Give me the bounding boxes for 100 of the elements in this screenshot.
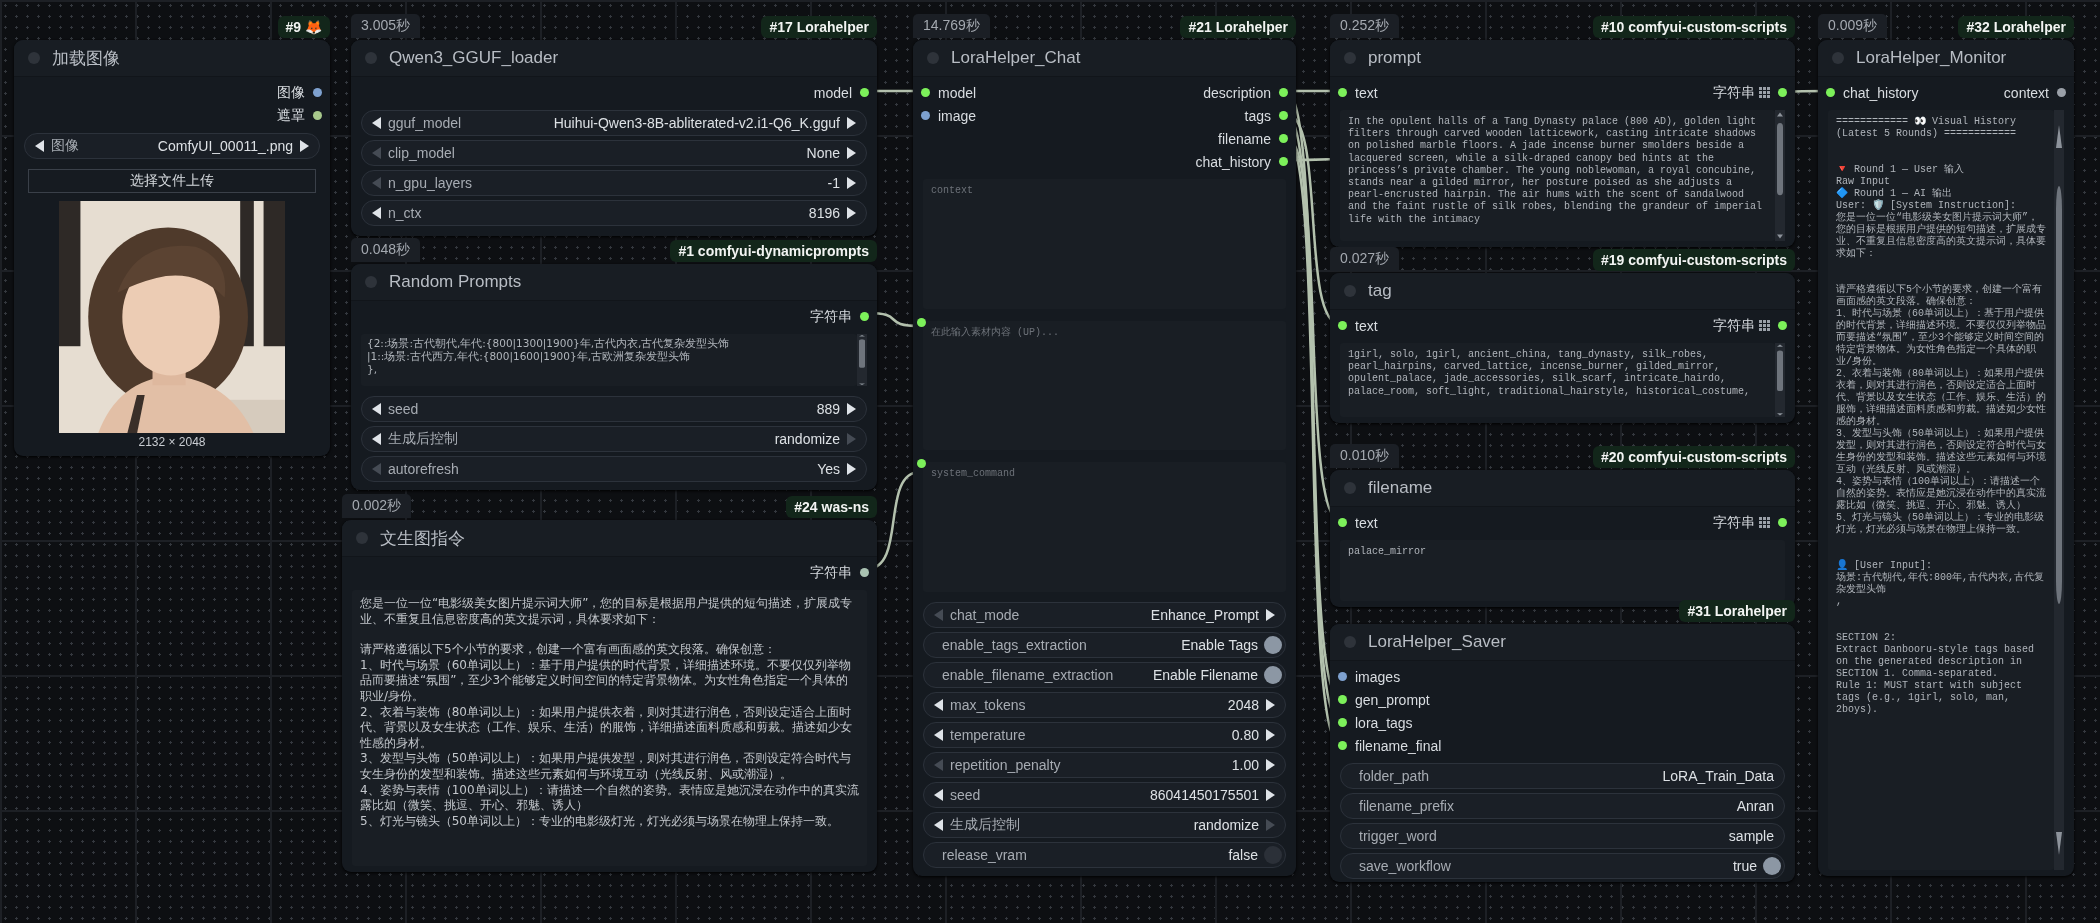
text-field[interactable]: context [923,179,1286,309]
output-dot[interactable] [860,312,869,321]
input-dot[interactable] [921,111,930,120]
output-dot[interactable] [313,88,322,97]
right-arrow-icon[interactable] [846,177,856,189]
input-dot[interactable] [1338,88,1347,97]
right-arrow-icon[interactable] [299,140,309,152]
value-stepper[interactable]: seed 86041450175501 [923,782,1286,808]
value-stepper[interactable]: autorefresh Yes [361,456,867,482]
value-stepper[interactable]: repetition_penalty 1.00 [923,752,1286,778]
left-arrow-icon[interactable] [934,819,944,831]
text-field[interactable]: folder_path LoRA_Train_Data [1340,763,1785,789]
value-stepper[interactable]: 生成后控制 randomize [361,426,867,452]
output-dot[interactable] [1279,157,1288,166]
node-header[interactable]: 加载图像 [14,40,330,77]
left-arrow-icon[interactable] [372,117,382,129]
value-stepper[interactable]: clip_model None [361,140,867,166]
right-arrow-icon[interactable] [846,117,856,129]
output-dot[interactable] [1279,88,1288,97]
value-stepper[interactable]: n_ctx 8196 [361,200,867,226]
left-arrow-icon[interactable] [372,433,382,445]
node-header[interactable]: Random Prompts [351,264,877,301]
input-dot[interactable] [1338,672,1347,681]
node-header[interactable]: Qwen3_GGUF_loader [351,40,877,77]
output-label: tags [1244,107,1271,124]
node-header[interactable]: filename [1330,470,1795,507]
input-dot[interactable] [1338,718,1347,727]
text-field[interactable]: trigger_word sample [1340,823,1785,849]
output-dot[interactable] [1778,88,1787,97]
value-stepper[interactable]: chat_mode Enhance_Prompt [923,602,1286,628]
left-arrow-icon[interactable] [372,403,382,415]
output-dot[interactable] [313,111,322,120]
right-arrow-icon[interactable] [846,463,856,475]
text-field[interactable]: filename_prefix Anran [1340,793,1785,819]
output-dot[interactable] [2057,88,2066,97]
node-header[interactable]: LoraHelper_Saver [1330,624,1795,661]
output-dot[interactable] [860,88,869,97]
right-arrow-icon[interactable] [1265,699,1275,711]
text-field[interactable]: {2::场景:古代朝代,年代:{800|1300|1900}年,古代内衣,古代复杂发型头饰 |1::场景:古代西方,年代:{800|1600|1900}年,古欧洲复杂发型头饰 }, [361,334,857,386]
node-header[interactable]: LoraHelper_Monitor [1818,40,2074,77]
input-dot[interactable] [1826,88,1835,97]
right-arrow-icon[interactable] [1265,609,1275,621]
value-stepper[interactable]: n_gpu_layers -1 [361,170,867,196]
toggle-widget[interactable]: save_workflow true [1340,853,1785,879]
left-arrow-icon[interactable] [372,207,382,219]
input-dot[interactable] [917,317,926,327]
right-arrow-icon[interactable] [846,403,856,415]
toggle-knob[interactable] [1264,636,1282,654]
input-dot[interactable] [1338,741,1347,750]
toggle-knob[interactable] [1264,666,1282,684]
value-stepper[interactable]: 生成后控制 randomize [923,812,1286,838]
input-dot[interactable] [1338,695,1347,704]
output-dot[interactable] [1778,518,1787,527]
input-dot[interactable] [1338,321,1347,330]
output-dot[interactable] [1279,134,1288,143]
value-stepper[interactable]: 图像 ComfyUI_00011_.png [24,133,320,159]
left-arrow-icon[interactable] [934,699,944,711]
grid-icon[interactable] [1759,87,1770,98]
node-header[interactable]: 文生图指令 [342,520,877,557]
scrollbar[interactable] [2054,110,2064,870]
node-header[interactable]: tag [1330,273,1795,310]
node-header[interactable]: prompt [1330,40,1795,77]
node-title: Qwen3_GGUF_loader [389,48,559,68]
input-dot[interactable] [921,88,930,97]
right-arrow-icon[interactable] [1265,789,1275,801]
scrollbar[interactable] [857,334,867,386]
text-field[interactable]: system_command [923,462,1286,592]
left-arrow-icon[interactable] [934,789,944,801]
value-stepper[interactable]: max_tokens 2048 [923,692,1286,718]
grid-icon[interactable] [1759,320,1770,331]
text-field[interactable]: In the opulent halls of a Tang Dynasty palace (800 AD), golden light filters through carved wooden latticework, casting intricate shadows on polished marble floors. A jade incense burner smolders beside a lacquered screen, while a silk-draped canopy bed hints at the princess’s private chamber. The young noblewoman, a royal concubine, stands near a gilded mirror, her posture poised as she adjusts a pearl-encrusted hairpin. The air hums with the scent of sandalwood and the faint rustle of silk robes, blending the grandeur of imperial life with the intimacy [1340,110,1775,241]
toggle-knob[interactable] [1763,857,1781,875]
right-arrow-icon[interactable] [846,207,856,219]
scrollbar[interactable] [1775,110,1785,241]
scrollbar[interactable] [1775,343,1785,417]
output-dot[interactable] [1778,321,1787,330]
grid-icon[interactable] [1759,517,1770,528]
toggle-knob[interactable] [1264,846,1282,864]
input-dot[interactable] [917,459,926,469]
toggle-widget[interactable]: release_vram false [923,842,1286,868]
value-stepper[interactable]: seed 889 [361,396,867,422]
left-arrow-icon[interactable] [35,140,45,152]
left-arrow-icon[interactable] [934,729,944,741]
node-header[interactable]: LoraHelper_Chat [913,40,1296,77]
text-field[interactable]: palace_mirror [1340,540,1785,601]
right-arrow-icon[interactable] [846,147,856,159]
input-dot[interactable] [1338,518,1347,527]
toggle-widget[interactable]: enable_tags_extraction Enable Tags [923,632,1286,658]
output-dot[interactable] [860,568,869,577]
execution-time: 0.002秒 [342,494,412,518]
value-stepper[interactable]: gguf_model Huihui-Qwen3-8B-abliterated-v2.i1-Q6_K.gguf [361,110,867,136]
right-arrow-icon[interactable] [1265,729,1275,741]
output-dot[interactable] [1279,111,1288,120]
text-field[interactable]: 1girl, solo, 1girl, ancient_china, tang_dynasty, silk_robes, pearl_hairpins, carved_lattice, incense_burner, gilded_mirror, opulent_palace, jade_accessories, silk_scarf, intricate_hairdo, palace_room, soft_light, traditional_hairstyle, historical_costume, [1340,343,1775,417]
value-stepper[interactable]: temperature 0.80 [923,722,1286,748]
execution-time: 0.010秒 [1330,444,1400,468]
upload-button[interactable]: 选择文件上传 [28,169,316,193]
toggle-widget[interactable]: enable_filename_extraction Enable Filename [923,662,1286,688]
right-arrow-icon[interactable] [1265,759,1275,771]
text-field[interactable]: 在此输入素材内容 (UP)... [923,320,1286,451]
